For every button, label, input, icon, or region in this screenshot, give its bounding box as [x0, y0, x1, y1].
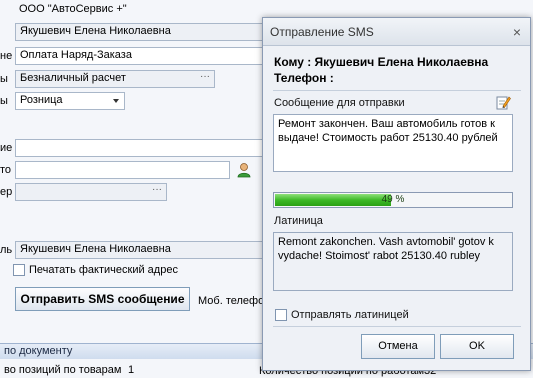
- message-label: Сообщение для отправки: [274, 97, 405, 109]
- blank-field-3[interactable]: ···: [15, 183, 167, 201]
- mobile-label: Моб. телефо: [198, 295, 265, 307]
- message-textarea[interactable]: Ремонт закончен. Ваш автомобиль готов к …: [273, 114, 513, 172]
- edit-icon[interactable]: [495, 94, 511, 110]
- recipient-line: Кому : Якушевич Елена Николаевна: [274, 55, 489, 69]
- person-field[interactable]: Якушевич Елена Николаевна: [15, 23, 265, 41]
- progress-text: 49 %: [381, 194, 405, 205]
- blank-label-3: ер: [0, 186, 13, 198]
- payment-value: Безналичный расчет: [20, 72, 126, 84]
- close-icon[interactable]: ×: [513, 18, 521, 46]
- user-icon[interactable]: [236, 162, 252, 178]
- cancel-button[interactable]: Отмена: [361, 334, 435, 359]
- payment-label: ы: [0, 73, 8, 85]
- ok-button[interactable]: OK: [440, 334, 514, 359]
- phone-line: Телефон :: [274, 71, 334, 85]
- chevron-down-icon[interactable]: [113, 99, 119, 103]
- payment-field[interactable]: Безналичный расчет ···: [15, 70, 215, 88]
- blank3-ellipsis-button[interactable]: ···: [152, 184, 162, 195]
- type-label: ы: [0, 95, 8, 107]
- blank-field-2[interactable]: [15, 161, 230, 179]
- divider: [273, 326, 521, 327]
- responsible-field[interactable]: Якушевич Елена Николаевна: [15, 241, 265, 259]
- blank-field-1[interactable]: [15, 139, 265, 157]
- count-goods-value: 1: [128, 364, 135, 376]
- latin-textarea[interactable]: Remont zakonchen. Vash avtomobil' gotov …: [273, 232, 513, 291]
- sms-dialog: Отправление SMS × Кому : Якушевич Елена …: [262, 17, 531, 371]
- send-sms-button[interactable]: Отправить SMS сообщение: [15, 287, 190, 311]
- send-progress-bar: 49 %: [273, 192, 513, 208]
- type-value: Розница: [20, 94, 63, 106]
- divider: [273, 90, 521, 91]
- count-goods-label: во позиций по товарам: [4, 364, 122, 376]
- org-field[interactable]: ООО "АвтоСервис +": [15, 2, 265, 20]
- send-latin-label: Отправлять латиницей: [291, 309, 409, 321]
- dialog-title-bar[interactable]: Отправление SMS ×: [263, 18, 530, 46]
- payment-ellipsis-button[interactable]: ···: [200, 71, 210, 82]
- print-address-checkbox[interactable]: [13, 264, 25, 276]
- type-combo[interactable]: Розница: [15, 92, 125, 110]
- responsible-label: ль: [0, 244, 13, 256]
- send-latin-checkbox[interactable]: [275, 309, 287, 321]
- purpose-field[interactable]: Оплата Наряд-Заказа: [15, 47, 265, 65]
- dialog-title: Отправление SMS: [270, 25, 374, 39]
- latin-label: Латиница: [274, 215, 323, 227]
- blank-label-2: то: [0, 164, 12, 176]
- print-address-label: Печатать фактический адрес: [29, 264, 178, 276]
- purpose-label: не: [0, 50, 13, 62]
- blank-label-1: ие: [0, 142, 13, 154]
